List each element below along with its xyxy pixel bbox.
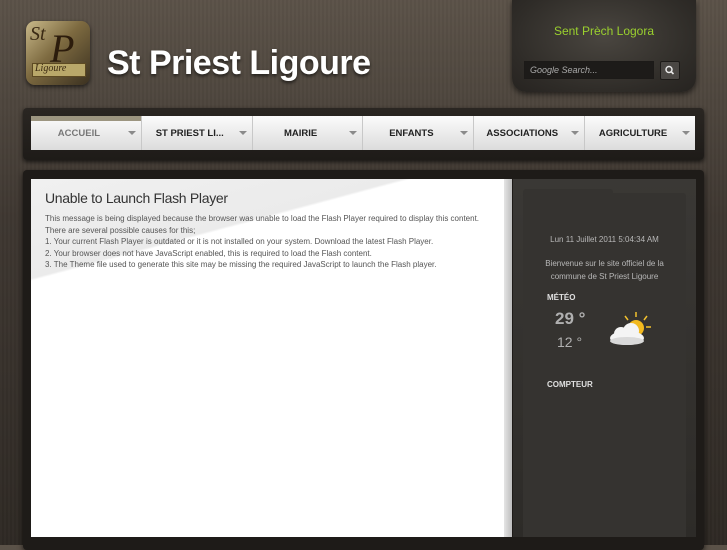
flash-error-line: There are several possible causes for th… (45, 225, 196, 235)
nav-item-label: ENFANTS (389, 127, 434, 139)
search-panel: Sent Prèch Logora Google Search... (512, 0, 696, 92)
temperature-high: 29 ° (555, 309, 586, 328)
flash-error-message: This message is being displayed because … (45, 213, 495, 271)
nav-item-label: ASSOCIATIONS (486, 127, 559, 139)
nav-item-st-priest[interactable]: ST PRIEST LI... (142, 116, 253, 150)
flash-error-title: Unable to Launch Flash Player (45, 190, 228, 206)
meteo-heading: MÉTÉO (547, 293, 576, 302)
search-icon (665, 65, 675, 75)
nav-item-mairie[interactable]: MAIRIE (253, 116, 364, 150)
logo-st-text: St (30, 23, 46, 45)
site-slogan: Sent Prèch Logora (553, 24, 655, 38)
nav-item-agriculture[interactable]: AGRICULTURE (585, 116, 695, 150)
date-time: Lun 11 Juillet 2011 5:04:34 AM (550, 235, 659, 244)
nav-item-label: ACCUEIL (57, 127, 101, 139)
chevron-down-icon (460, 131, 469, 135)
content-edge (504, 179, 512, 537)
search-input[interactable]: Google Search... (524, 61, 654, 79)
logo-band: Ligoure (32, 63, 86, 77)
main-content: Unable to Launch Flash Player This messa… (31, 179, 512, 537)
sidebar: Lun 11 Juillet 2011 5:04:34 AM Bienvenue… (513, 179, 696, 537)
flash-error-line: 2. Your browser does not have JavaScript… (45, 248, 372, 258)
flash-error-line: 1. Your current Flash Player is outdated… (45, 237, 434, 246)
site-title[interactable]: St Priest Ligoure (107, 44, 371, 83)
nav-item-label: AGRICULTURE (598, 127, 668, 139)
chevron-down-icon (238, 131, 247, 135)
main-nav: ACCUEIL ST PRIEST LI... MAIRIE ENFANTS A… (31, 116, 695, 150)
compteur-heading: COMPTEUR (547, 380, 593, 389)
chevron-down-icon (349, 131, 358, 135)
flash-error-line: 3. The Theme file used to generate this … (45, 260, 437, 269)
nav-item-accueil[interactable]: ACCUEIL (31, 116, 142, 150)
nav-item-label: ST PRIEST LI... (155, 127, 224, 139)
welcome-text: Bienvenue sur le site officiel de la com… (545, 259, 664, 281)
site-logo[interactable]: St P Ligoure (26, 21, 90, 85)
partly-cloudy-icon (610, 312, 651, 345)
sidebar-panel: Lun 11 Juillet 2011 5:04:34 AM Bienvenue… (523, 193, 686, 537)
chevron-down-icon (571, 131, 580, 135)
chevron-down-icon (127, 131, 136, 135)
nav-item-label: MAIRIE (283, 127, 318, 139)
nav-item-enfants[interactable]: ENFANTS (363, 116, 475, 150)
nav-item-associations[interactable]: ASSOCIATIONS (474, 116, 586, 150)
logo-band-text: Ligoure (35, 63, 67, 74)
chevron-down-icon (681, 131, 690, 135)
temperature-low: 12 ° (557, 334, 583, 350)
flash-error-line: This message is being displayed because … (45, 214, 480, 223)
search-button[interactable] (660, 61, 680, 80)
nav-active-indicator (31, 116, 141, 121)
